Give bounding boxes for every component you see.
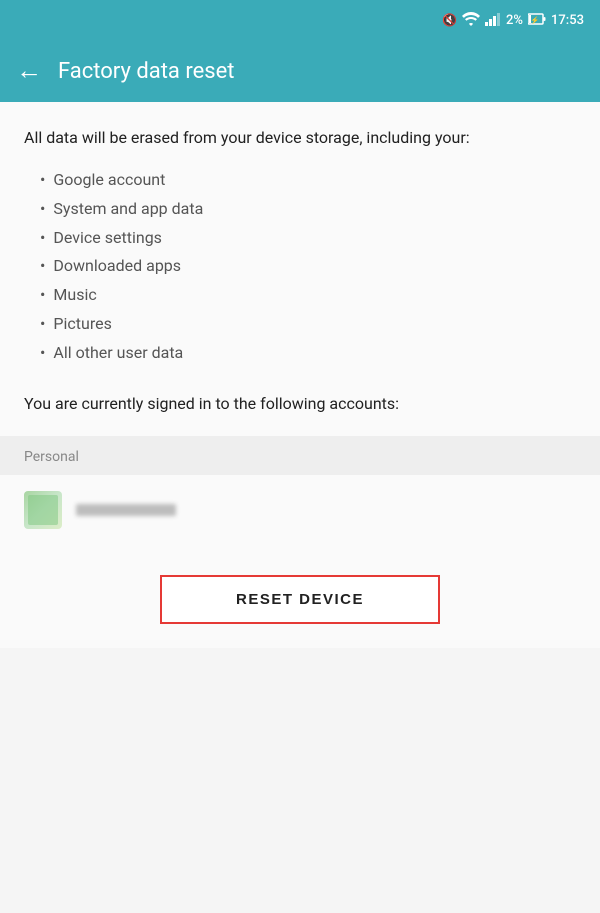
bullet-dot: • (40, 281, 45, 310)
warning-text: All data will be erased from your device… (24, 126, 576, 150)
page-title: Factory data reset (58, 59, 234, 84)
list-item-label: Pictures (53, 310, 111, 339)
list-item: • Music (40, 281, 576, 310)
bullet-dot: • (40, 195, 45, 224)
time-display: 17:53 (551, 13, 584, 28)
list-item: • Device settings (40, 224, 576, 253)
status-icons: 🔇 2% ⚡ 17:53 (442, 12, 584, 29)
status-bar: 🔇 2% ⚡ 17:53 (0, 0, 600, 40)
toolbar: ← Factory data reset (0, 40, 600, 102)
list-item-label: Downloaded apps (53, 252, 181, 281)
bullet-dot: • (40, 252, 45, 281)
signed-in-text: You are currently signed in to the follo… (24, 392, 576, 436)
bullet-dot: • (40, 310, 45, 339)
button-area: RESET DEVICE (0, 545, 600, 648)
list-item: • Pictures (40, 310, 576, 339)
list-item: • All other user data (40, 339, 576, 368)
mute-icon: 🔇 (442, 13, 457, 27)
list-item-label: System and app data (53, 195, 203, 224)
account-name-blurred (76, 504, 176, 516)
personal-section-header: Personal (0, 436, 600, 475)
list-item: • System and app data (40, 195, 576, 224)
bullet-list: • Google account • System and app data •… (40, 166, 576, 368)
battery-percentage: 2% (506, 13, 523, 28)
list-item-label: Music (53, 281, 96, 310)
bullet-dot: • (40, 166, 45, 195)
list-item-label: Device settings (53, 224, 162, 253)
bullet-dot: • (40, 224, 45, 253)
avatar (24, 491, 62, 529)
list-item: • Google account (40, 166, 576, 195)
battery-icon: ⚡ (528, 13, 546, 28)
svg-text:⚡: ⚡ (531, 15, 540, 24)
reset-device-button[interactable]: RESET DEVICE (160, 575, 440, 624)
wifi-icon (462, 12, 480, 29)
bullet-dot: • (40, 339, 45, 368)
main-content: All data will be erased from your device… (0, 102, 600, 436)
list-item-label: Google account (53, 166, 165, 195)
account-info (76, 504, 176, 516)
signal-icon (485, 12, 501, 29)
list-item-label: All other user data (53, 339, 183, 368)
list-item: • Downloaded apps (40, 252, 576, 281)
back-button[interactable]: ← (16, 58, 42, 84)
account-row (0, 475, 600, 545)
personal-label: Personal (24, 449, 79, 465)
